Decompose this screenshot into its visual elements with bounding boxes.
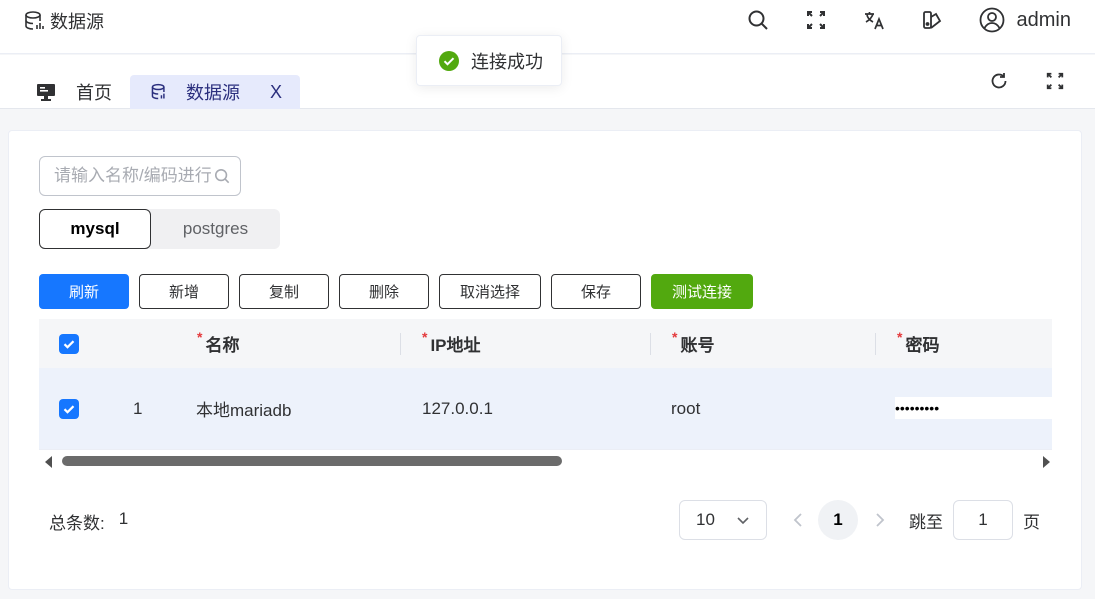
search-icon[interactable] xyxy=(747,9,769,31)
next-page-icon[interactable] xyxy=(873,511,887,529)
add-button[interactable]: 新增 xyxy=(139,274,229,309)
jump-page-input[interactable] xyxy=(953,500,1013,540)
refresh-button[interactable]: 刷新 xyxy=(39,274,129,309)
column-label: IP地址 xyxy=(430,336,481,355)
column-header-account[interactable]: * 账号 xyxy=(672,319,714,368)
fullscreen-icon[interactable] xyxy=(805,9,827,31)
row-select-cell xyxy=(59,368,79,449)
chevron-down-icon xyxy=(737,517,749,525)
tab-label: 数据源 xyxy=(186,83,240,103)
prev-page-icon[interactable] xyxy=(791,511,805,529)
required-mark: * xyxy=(672,328,678,345)
page-number-current[interactable]: 1 xyxy=(818,500,858,540)
segment-mysql[interactable]: mysql xyxy=(39,209,151,249)
page-suffix: 页 xyxy=(1023,512,1040,532)
check-icon xyxy=(63,404,75,414)
page-size-select[interactable]: 10 xyxy=(679,500,767,540)
tab-home[interactable]: 首页 xyxy=(36,75,128,109)
delete-button[interactable]: 删除 xyxy=(339,274,429,309)
select-all-cell xyxy=(59,319,79,368)
column-label: 密码 xyxy=(905,336,940,355)
table-header: * 名称 * IP地址 * 账号 * 密码 xyxy=(39,319,1052,368)
refresh-icon[interactable] xyxy=(989,71,1009,91)
total-value: 1 xyxy=(118,509,129,528)
page-jumper: 跳至 页 xyxy=(909,500,1040,540)
cell-ip[interactable]: 127.0.0.1 xyxy=(422,368,493,449)
required-mark: * xyxy=(422,328,428,345)
page-size-value: 10 xyxy=(696,510,715,529)
required-mark: * xyxy=(197,328,203,345)
content-card: mysql postgres 刷新 新增 复制 删除 取消选择 保存 测试连接 … xyxy=(8,130,1082,590)
row-checkbox[interactable] xyxy=(59,398,79,419)
check-circle-icon xyxy=(439,50,459,71)
test-connection-button[interactable]: 测试连接 xyxy=(651,274,753,309)
scrollbar-thumb[interactable] xyxy=(62,456,562,466)
app-brand: 数据源 xyxy=(24,8,104,34)
user-menu[interactable]: admin xyxy=(979,7,1071,33)
column-divider[interactable] xyxy=(400,333,401,355)
check-icon xyxy=(63,339,75,349)
cell-password[interactable]: ••••••••• xyxy=(895,397,1052,419)
deselect-button[interactable]: 取消选择 xyxy=(439,274,541,309)
success-toast: 连接成功 xyxy=(416,35,562,86)
copy-button[interactable]: 复制 xyxy=(239,274,329,309)
horizontal-scrollbar[interactable] xyxy=(39,451,1052,471)
row-index: 1 xyxy=(133,398,143,418)
column-header-password[interactable]: * 密码 xyxy=(897,319,939,368)
scroll-left-icon[interactable] xyxy=(45,456,52,468)
column-label: 名称 xyxy=(205,336,240,355)
toolbar: 刷新 新增 复制 删除 取消选择 保存 测试连接 xyxy=(39,274,753,309)
translate-icon[interactable] xyxy=(863,9,885,31)
cell-name[interactable]: 本地mariadb xyxy=(196,368,291,449)
db-type-switch: mysql postgres xyxy=(39,209,280,249)
column-divider[interactable] xyxy=(650,333,651,355)
total-label: 总条数: xyxy=(49,514,105,533)
column-header-ip[interactable]: * IP地址 xyxy=(422,319,481,368)
username: admin xyxy=(1016,8,1071,31)
toast-message: 连接成功 xyxy=(471,51,543,72)
column-header-name[interactable]: * 名称 xyxy=(197,319,239,368)
datasource-table: * 名称 * IP地址 * 账号 * 密码 1 本地mariadb 127.0.… xyxy=(39,319,1052,451)
monitor-icon xyxy=(37,84,55,101)
search-icon[interactable] xyxy=(214,167,230,185)
cell-account[interactable]: root xyxy=(671,368,700,449)
scroll-right-icon[interactable] xyxy=(1043,456,1050,468)
user-icon xyxy=(979,7,1004,33)
total-count: 总条数: 1 xyxy=(49,509,128,534)
select-all-checkbox[interactable] xyxy=(59,333,79,354)
database-icon xyxy=(151,83,165,100)
page-title: 数据源 xyxy=(50,12,104,32)
column-divider[interactable] xyxy=(875,333,876,355)
jump-label: 跳至 xyxy=(909,512,943,532)
save-button[interactable]: 保存 xyxy=(551,274,641,309)
segment-postgres[interactable]: postgres xyxy=(151,209,280,249)
column-label: 账号 xyxy=(680,336,715,355)
database-icon xyxy=(25,11,44,30)
close-icon[interactable]: X xyxy=(270,82,282,103)
tab-label: 首页 xyxy=(76,83,112,103)
search-input[interactable] xyxy=(54,166,214,186)
table-row[interactable]: 1 本地mariadb 127.0.0.1 root ••••••••• xyxy=(39,368,1052,450)
required-mark: * xyxy=(897,328,903,345)
search-box xyxy=(39,156,241,196)
tab-datasource[interactable]: 数据源 X xyxy=(130,75,300,109)
fullscreen-icon[interactable] xyxy=(1045,71,1065,91)
theme-icon[interactable] xyxy=(921,9,943,31)
